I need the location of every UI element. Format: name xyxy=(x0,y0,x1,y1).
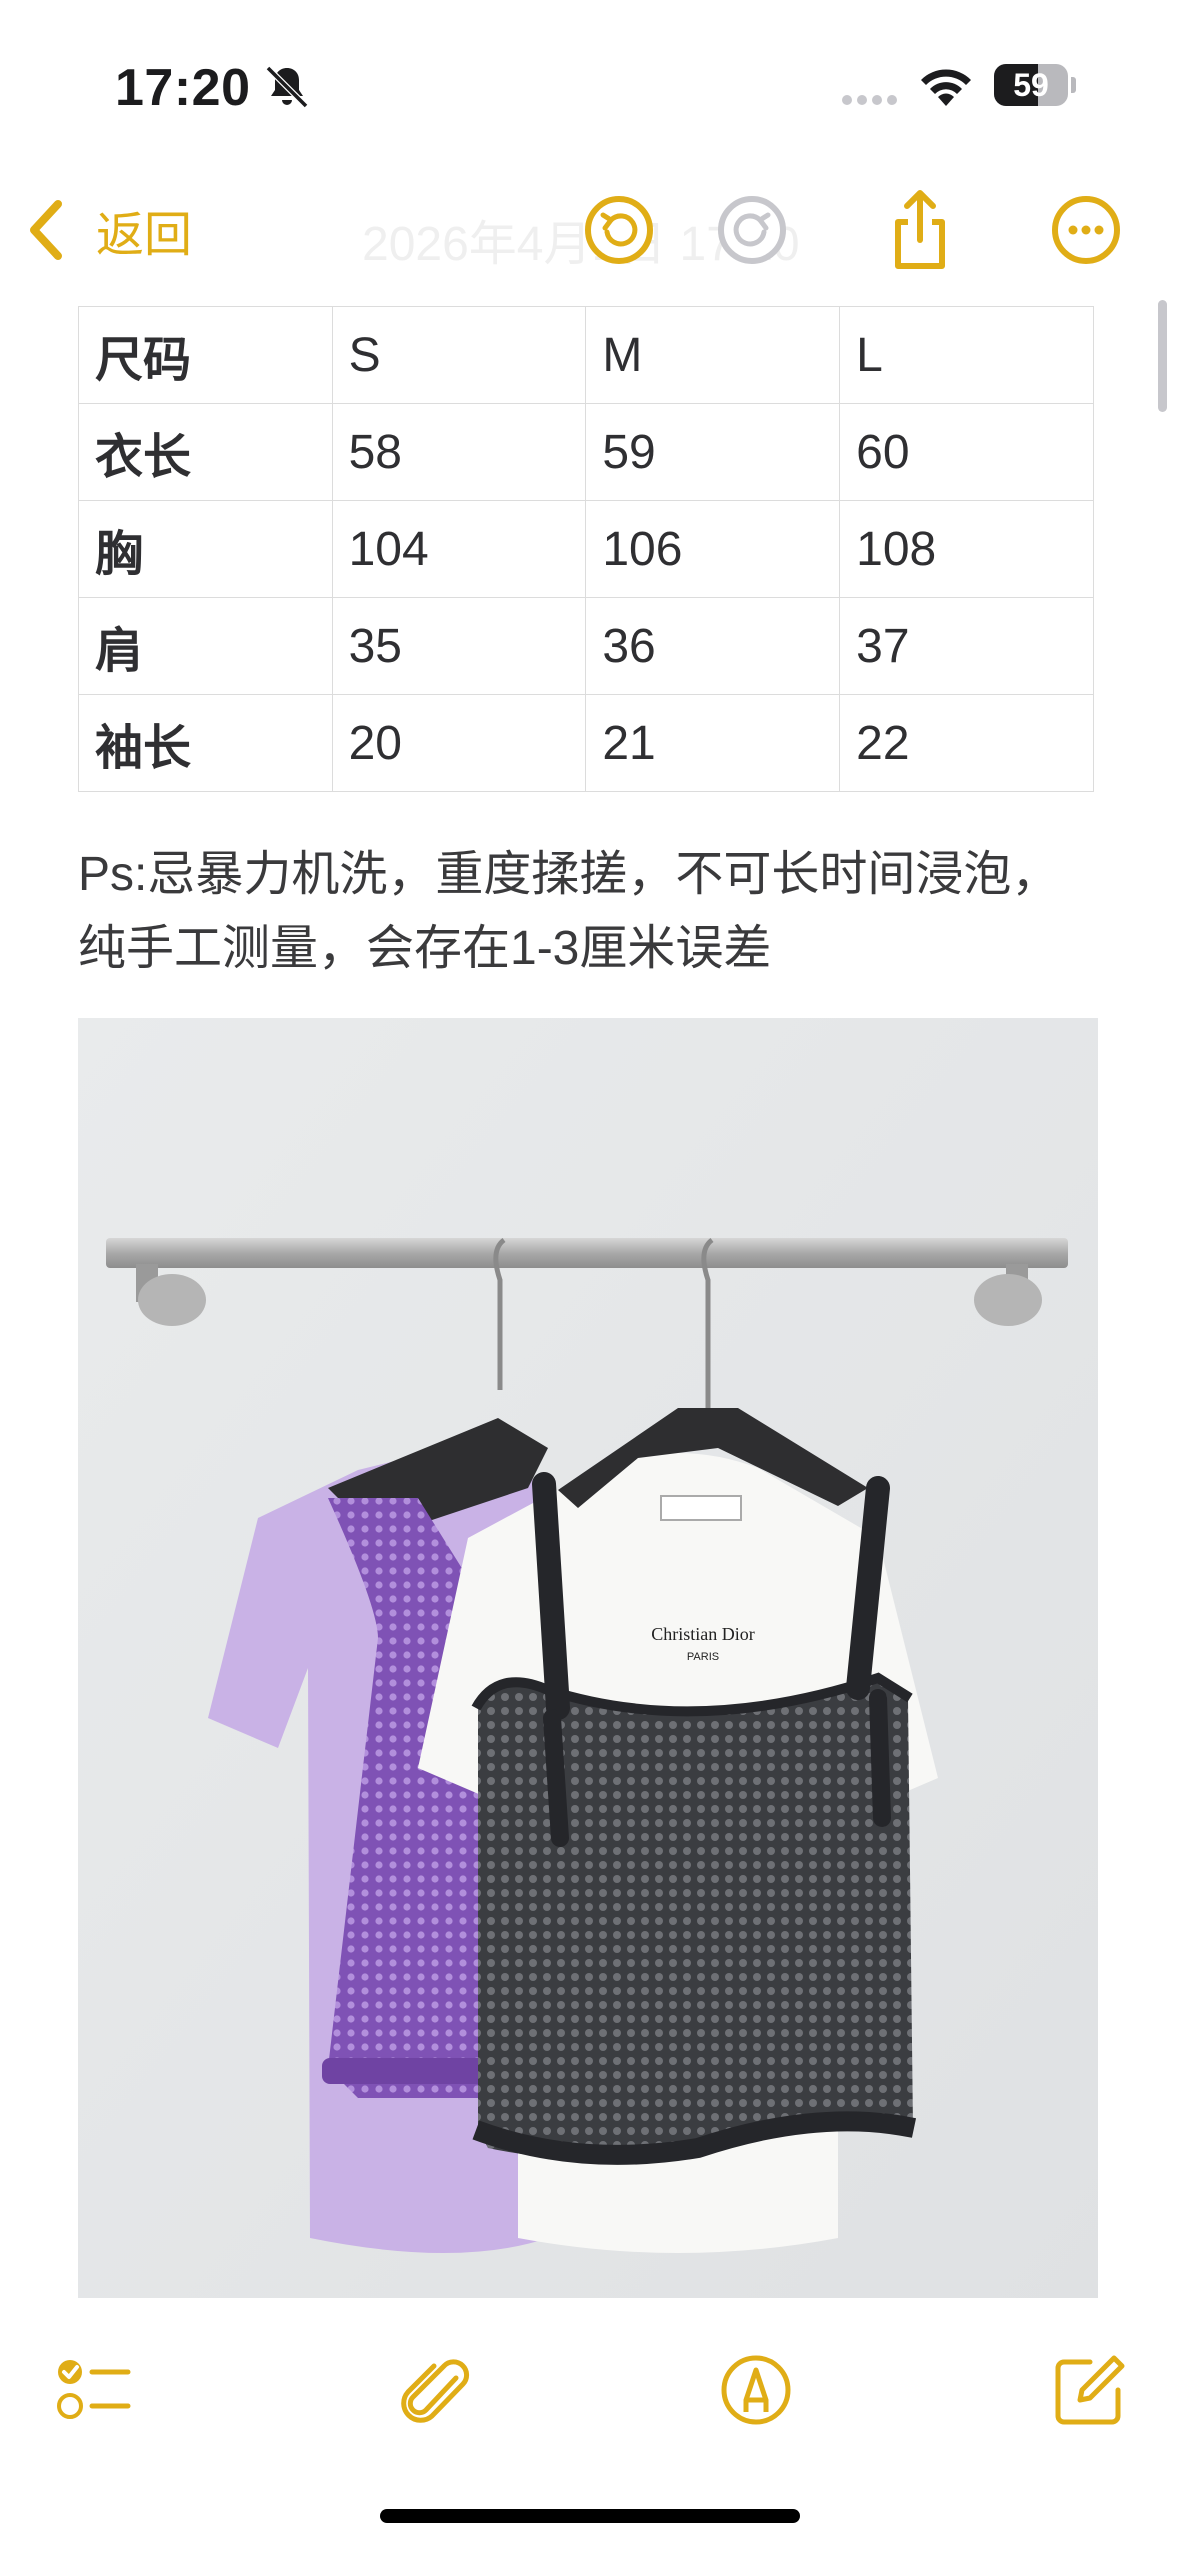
back-button[interactable]: 返回 xyxy=(26,190,192,270)
battery-icon: 59 xyxy=(994,64,1076,106)
table-row: 袖长 20 21 22 xyxy=(78,694,1094,792)
table-cell[interactable]: 108 xyxy=(839,500,1094,598)
share-icon[interactable] xyxy=(878,188,962,272)
table-cell[interactable]: S xyxy=(331,306,587,404)
status-bar: 17:20 59 xyxy=(0,0,1179,150)
table-row-header[interactable]: 肩 xyxy=(78,597,333,695)
wifi-icon xyxy=(921,69,971,106)
bell-slash-icon xyxy=(265,65,309,109)
chevron-left-icon xyxy=(30,200,62,260)
table-cell[interactable]: 21 xyxy=(585,694,841,792)
table-cell[interactable]: 37 xyxy=(839,597,1094,695)
status-time: 17:20 xyxy=(115,59,251,117)
table-cell[interactable]: 36 xyxy=(585,597,841,695)
paperclip-icon[interactable] xyxy=(392,2350,472,2430)
more-icon[interactable] xyxy=(1044,188,1128,272)
back-label: 返回 xyxy=(96,209,193,262)
table-cell[interactable]: 58 xyxy=(331,403,587,501)
table-row: 衣长 58 59 60 xyxy=(78,403,1094,501)
home-indicator xyxy=(380,2509,800,2523)
undo-icon[interactable] xyxy=(577,188,661,272)
table-cell[interactable]: 22 xyxy=(839,694,1094,792)
table-row-header[interactable]: 胸 xyxy=(78,500,333,598)
table-cell[interactable]: 106 xyxy=(585,500,841,598)
table-cell[interactable]: 35 xyxy=(331,597,587,695)
table-cell[interactable]: 60 xyxy=(839,403,1094,501)
table-cell[interactable]: L xyxy=(839,306,1094,404)
table-cell[interactable]: 20 xyxy=(331,694,587,792)
cellular-dots-icon xyxy=(842,95,897,105)
note-line-2: 纯手工测量，会存在1-3厘米误差 xyxy=(78,922,772,975)
note-text[interactable]: Ps:忌暴力机洗，重度揉搓，不可长时间浸泡， 纯手工测量，会存在1-3厘米误差 xyxy=(78,838,1128,986)
table-cell[interactable]: 59 xyxy=(585,403,841,501)
table-row: 肩 35 36 37 xyxy=(78,597,1094,695)
table-cell[interactable]: 104 xyxy=(331,500,587,598)
redo-icon[interactable] xyxy=(710,188,794,272)
bottom-toolbar xyxy=(0,2320,1179,2460)
checklist-icon[interactable] xyxy=(52,2350,132,2430)
note-line-1: Ps:忌暴力机洗，重度揉搓，不可长时间浸泡， xyxy=(78,848,1060,901)
table-row: 尺码 S M L xyxy=(78,306,1094,404)
table-row-header[interactable]: 尺码 xyxy=(78,306,333,404)
table-row-header[interactable]: 袖长 xyxy=(78,694,333,792)
markup-pen-icon[interactable] xyxy=(716,2350,796,2430)
battery-level: 59 xyxy=(1013,67,1049,103)
brand-subtext: PARIS xyxy=(687,1651,719,1663)
table-row: 胸 104 106 108 xyxy=(78,500,1094,598)
compose-icon[interactable] xyxy=(1050,2350,1130,2430)
scrollbar[interactable] xyxy=(1158,300,1167,412)
product-photo[interactable]: Christian Dior PARIS xyxy=(78,1018,1098,2298)
nav-bar: 返回 2026年4月1日 17:20 xyxy=(0,170,1179,290)
brand-embroidery: Christian Dior xyxy=(651,1624,755,1644)
table-cell[interactable]: M xyxy=(585,306,841,404)
size-table: 尺码 S M L 衣长 58 59 60 胸 104 106 108 肩 35 36 37 袖长 20 21 22 xyxy=(78,306,1094,792)
table-row-header[interactable]: 衣长 xyxy=(78,403,333,501)
